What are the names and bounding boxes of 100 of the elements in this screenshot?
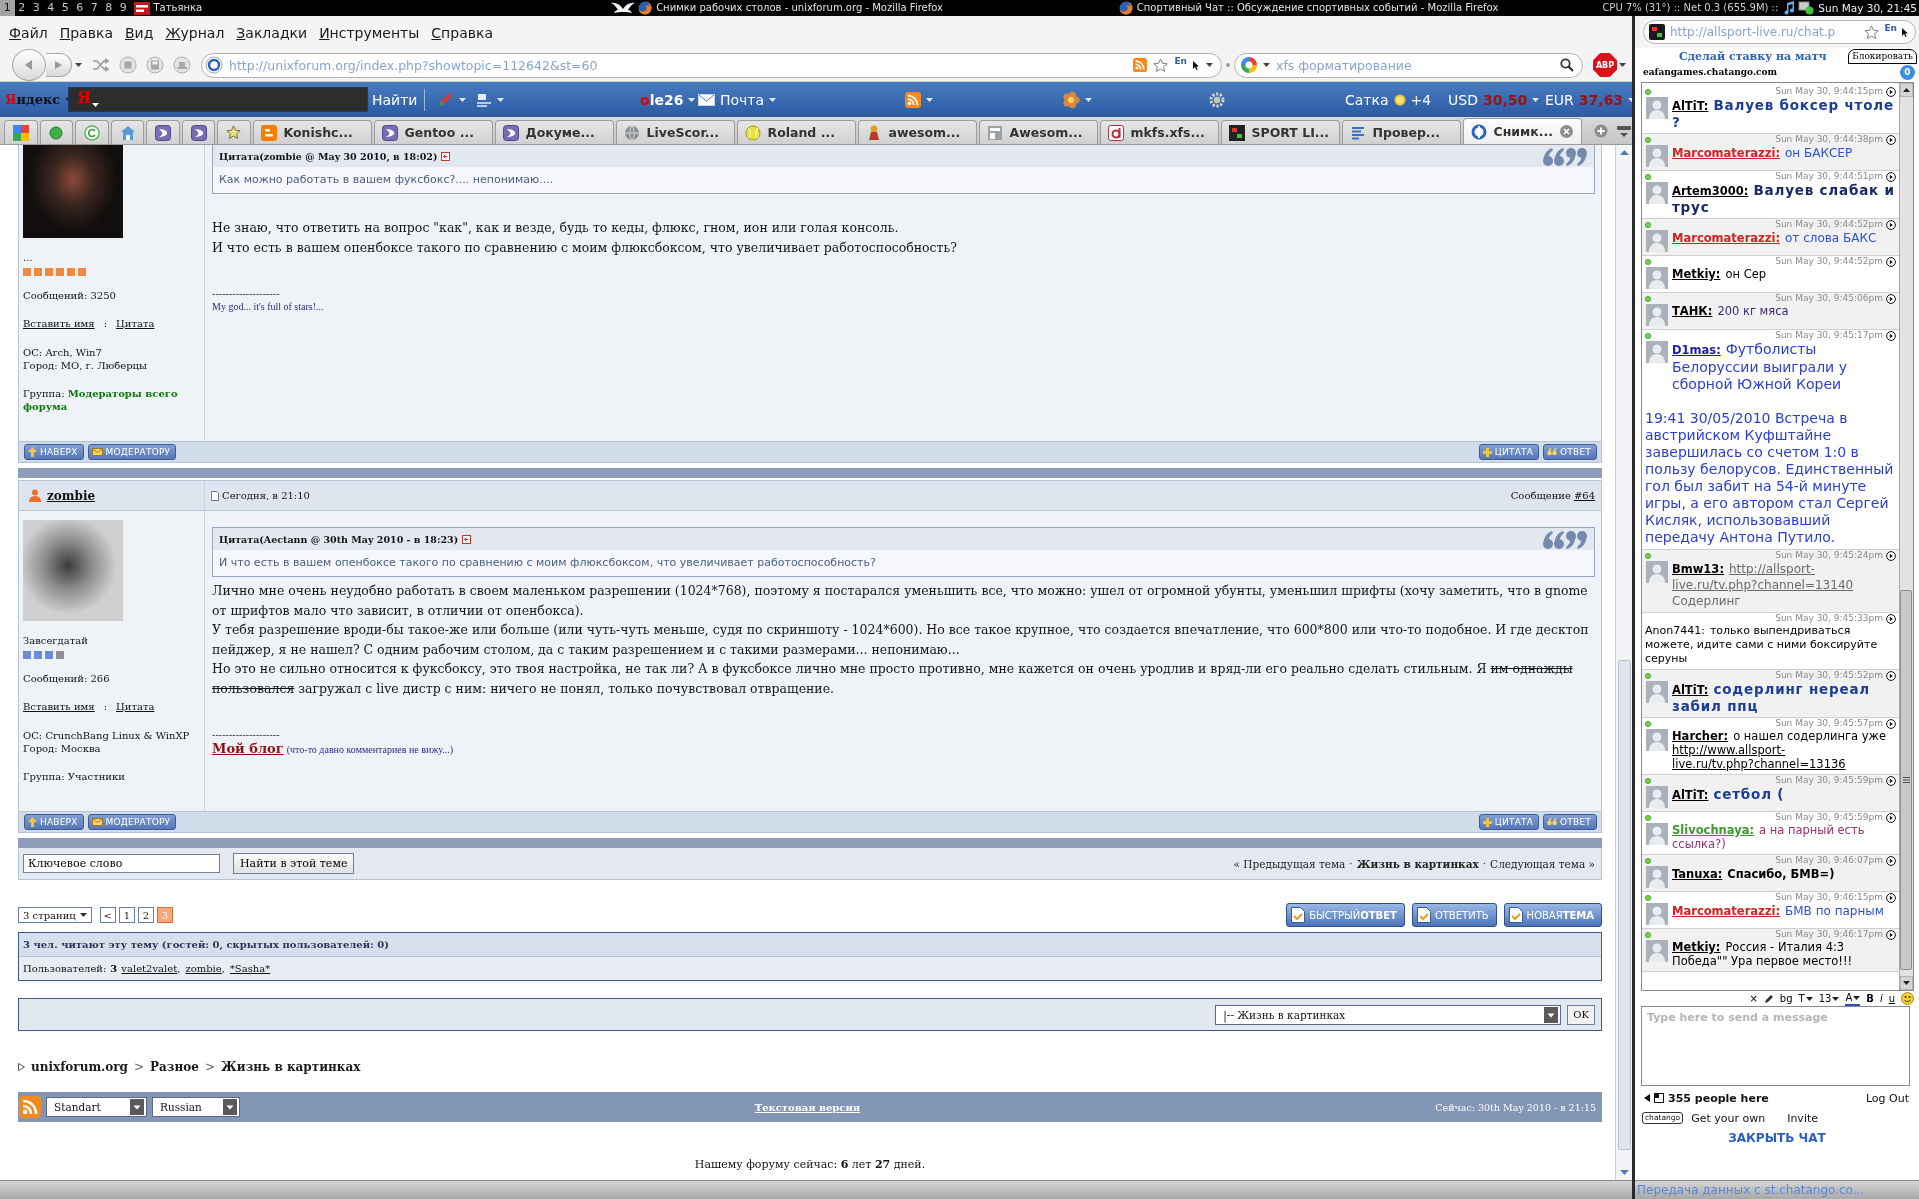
menu-item[interactable]: Правка [53,24,119,41]
workspace-button[interactable]: 6 [72,0,87,16]
flower-icon[interactable] [1062,90,1080,109]
caret-icon[interactable] [1263,63,1270,67]
play-circle-icon[interactable] [1886,775,1896,786]
workspace-button[interactable]: 8 [101,0,116,16]
browser-tab[interactable]: Провер... [1341,120,1461,144]
arrow-up-icon[interactable] [1900,83,1913,97]
pages-menu[interactable]: 3 страниц [18,907,92,923]
language-indicator[interactable]: En [1174,56,1187,66]
arrow-square-icon[interactable] [441,151,451,161]
username-link[interactable]: Artem3000: [1672,184,1749,198]
caret-icon[interactable] [1619,63,1626,67]
quote-button[interactable]: ЦИТАТА [1478,444,1540,460]
skin-select[interactable]: Standart [46,1097,147,1117]
menu-item[interactable]: Вид [119,24,160,41]
browser-tab[interactable] [146,120,180,144]
menu-item[interactable]: Журнал [159,24,231,41]
caret-icon[interactable] [75,63,82,67]
message-link[interactable]: http://www.allsport- [1672,743,1786,757]
forum-select[interactable]: |-- Жизнь в картинках [1215,1004,1562,1025]
url-field[interactable]: http://unixforum.org/index.php?showtopic=112642&st=60 En [201,52,1222,78]
play-circle-icon[interactable] [1886,134,1896,145]
browser-tab[interactable]: LiveScor... [615,120,735,144]
gear-icon[interactable] [1208,90,1226,109]
window-icon[interactable] [1654,1093,1664,1103]
language-indicator[interactable]: En [1884,24,1897,33]
username-link[interactable]: Slivochnaya: [1672,823,1755,837]
page-link[interactable]: < [99,907,116,923]
username-link[interactable]: Marcomaterazzi: [1672,146,1780,160]
close-icon[interactable] [1560,125,1573,138]
url-field[interactable]: http://allsport-live.ru/chat.p En [1643,20,1916,44]
find-button[interactable]: Найти [372,91,418,108]
scrollbar-thumb[interactable] [1617,660,1631,1150]
play-circle-icon[interactable] [1886,855,1896,866]
quote-button[interactable]: ЦИТАТА [1478,814,1540,830]
blog-link[interactable]: Мой блог [212,741,284,757]
task-button[interactable]: Татьянка [130,0,612,16]
post-number-link[interactable]: #64 [1573,490,1595,501]
browser-tab[interactable]: mkfs.xfs... [1099,120,1219,144]
italic-button[interactable]: i [1879,992,1883,1005]
browser-tab[interactable] [181,120,215,144]
menu-item[interactable]: Инструменты [313,24,426,41]
username-link[interactable]: Bmw13: [1672,562,1724,576]
play-circle-icon[interactable] [1886,219,1896,230]
mail-link[interactable]: Почта [720,91,765,108]
promo-link[interactable]: Сделай ставку на матч [1679,49,1827,63]
workspace-button[interactable]: 1 [0,0,15,16]
language-select[interactable]: Russian [152,1097,240,1117]
text-lines-icon[interactable] [476,91,492,108]
workspace-button[interactable]: 5 [58,0,73,16]
play-circle-icon[interactable] [1886,670,1896,681]
plus-icon[interactable] [1593,123,1608,138]
tab-list-icon[interactable] [1615,123,1632,138]
current-topic-link[interactable]: Жизнь в картинках [1356,857,1479,870]
message-link[interactable]: http://allsport- [1729,562,1815,576]
breadcrumb-link[interactable]: Разное [150,1060,199,1074]
browser-tab[interactable]: Konishc... [252,120,372,144]
bold-button[interactable]: B [1866,992,1874,1005]
username-link[interactable]: Harcher: [1672,729,1729,743]
star-icon[interactable] [1864,24,1880,40]
workspace-button[interactable]: 2 [14,0,29,16]
username-link[interactable]: Marcomaterazzi: [1672,231,1780,245]
menu-item[interactable]: Файл [3,24,54,41]
workspace-button[interactable]: 4 [43,0,58,16]
breadcrumb-link[interactable]: Жизнь в картинках [221,1060,361,1074]
arrow-square-icon[interactable] [462,534,472,544]
clear-button[interactable]: × [1749,992,1758,1005]
logout-link[interactable]: Log Out [1865,1091,1909,1105]
quote-link[interactable]: Цитата [116,700,155,713]
close-chat-link[interactable]: ЗАКРЫТЬ ЧАТ [1635,1131,1919,1147]
browser-tab[interactable] [39,120,73,144]
username-link[interactable]: AlTiT: [1672,788,1709,802]
play-circle-icon[interactable] [1886,86,1896,97]
play-circle-icon[interactable] [1886,171,1896,182]
browser-tab[interactable]: Снимк... [1462,118,1582,144]
star-icon[interactable] [1153,57,1169,73]
insert-name-link[interactable]: Вставить имя [23,317,95,330]
username-link[interactable]: D1mas: [1672,343,1721,357]
browser-tab[interactable]: awesom... [857,120,977,144]
browser-tab[interactable]: Awesom... [978,120,1098,144]
addon-button[interactable]: ABP [1593,53,1617,77]
browser-tab[interactable]: Докуме... [494,120,614,144]
previous-topic-link[interactable]: « Предыдущая тема [1233,857,1346,870]
underline-button[interactable]: u [1888,992,1895,1005]
browser-tab[interactable]: Gentoo ... [373,120,493,144]
triangle-left-icon[interactable] [1644,1094,1650,1102]
play-circle-icon[interactable] [1886,330,1896,341]
background-button[interactable]: bg [1779,992,1793,1005]
arrow-down-icon[interactable] [1900,976,1913,990]
back-button[interactable] [12,49,46,81]
play-circle-icon[interactable] [1886,613,1896,624]
page-link[interactable]: 2 [137,907,154,923]
breadcrumb-link[interactable]: unixforum.org [31,1060,128,1074]
invite-link[interactable]: Invite [1787,1111,1819,1125]
message-input[interactable]: Type here to send a message [1641,1006,1910,1086]
user-link[interactable]: zombie [185,963,222,974]
scrollbar-thumb[interactable] [1900,590,1912,970]
menu-item[interactable]: Закладки [230,24,314,41]
next-topic-link[interactable]: Следующая тема » [1490,857,1595,870]
